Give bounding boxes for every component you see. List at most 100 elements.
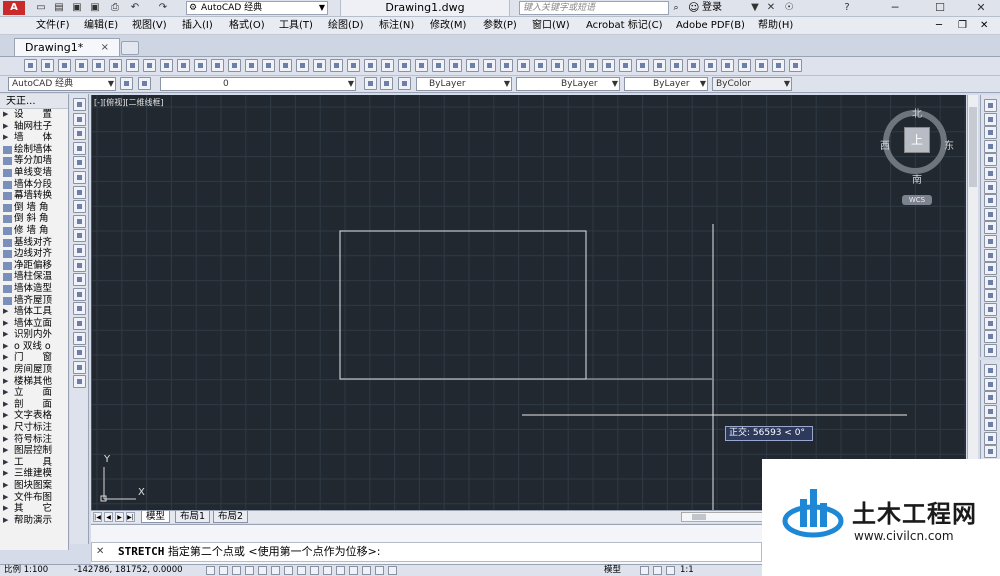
tz-menu-item[interactable]: ▶ 识别内外: [0, 329, 68, 341]
undo-icon[interactable]: ↶: [128, 1, 142, 15]
order-tool-icon[interactable]: [984, 418, 997, 431]
toolbar-tool-icon[interactable]: [687, 59, 700, 72]
toolbar-tool-icon[interactable]: [194, 59, 207, 72]
layer-previous-icon[interactable]: [380, 77, 393, 90]
tz-menu-item[interactable]: ▶ 工 具: [0, 457, 68, 469]
draw-tool-icon[interactable]: [73, 258, 86, 272]
menu-dimension[interactable]: 标注(N): [379, 17, 414, 35]
toolbar-tool-icon[interactable]: [296, 59, 309, 72]
close-icon[interactable]: ✕: [96, 543, 104, 561]
help-icon[interactable]: ?: [840, 1, 854, 15]
menu-format[interactable]: 格式(O): [229, 17, 265, 35]
toolbar-tool-icon[interactable]: [347, 59, 360, 72]
modify-tool-icon[interactable]: [984, 289, 997, 303]
close-icon[interactable]: ×: [101, 39, 109, 56]
modify-tool-icon[interactable]: [984, 221, 997, 235]
menu-acrobat[interactable]: Acrobat 标记(C): [586, 17, 663, 35]
tz-menu-item[interactable]: ▶ 文字表格: [0, 410, 68, 422]
order-tool-icon[interactable]: [984, 404, 997, 418]
menu-window[interactable]: 窗口(W): [532, 17, 570, 35]
make-current-layer-icon[interactable]: [364, 77, 377, 90]
draw-tool-icon[interactable]: [73, 112, 86, 126]
toolbar-tool-icon[interactable]: [772, 59, 785, 72]
tz-menu-item[interactable]: ▶ 墙 体: [0, 132, 68, 144]
menu-tools[interactable]: 工具(T): [279, 17, 313, 35]
scrollbar-thumb[interactable]: [692, 514, 706, 520]
linetype-combo[interactable]: ByLayer ▼: [516, 77, 620, 91]
toolbar-tool-icon[interactable]: [92, 59, 105, 72]
tz-menu-item[interactable]: ▶ o 双线 o: [0, 341, 68, 353]
tz-menu-item[interactable]: 墙齐屋顶: [0, 295, 68, 307]
draw-tool-icon[interactable]: [73, 229, 86, 243]
login-button[interactable]: 登录: [688, 0, 722, 16]
tz-menu-item[interactable]: ▶ 立 面: [0, 387, 68, 399]
toolbar-tool-icon[interactable]: [789, 59, 802, 72]
toolbar-tool-icon[interactable]: [466, 59, 479, 72]
workspace-combo[interactable]: AutoCAD 经典 ▼: [8, 77, 116, 91]
draw-tool-icon[interactable]: [73, 200, 86, 214]
vertical-scrollbar[interactable]: [967, 95, 978, 510]
order-tool-icon[interactable]: [984, 377, 997, 391]
toolbar-tool-icon[interactable]: [432, 59, 445, 72]
draw-tool-icon[interactable]: [73, 214, 86, 228]
toolbar-tool-icon[interactable]: [262, 59, 275, 72]
status-toggle-icon[interactable]: [258, 566, 267, 575]
tz-menu-item[interactable]: 倒 斜 角: [0, 213, 68, 225]
tz-menu-item[interactable]: ▶ 楼梯其他: [0, 376, 68, 388]
tz-menu-item[interactable]: 净距偏移: [0, 260, 68, 272]
command-line[interactable]: ✕ STRETCH 指定第二个点或 <使用第一个点作为位移>:: [91, 542, 762, 562]
lineweight-combo[interactable]: ByLayer ▼: [624, 77, 708, 91]
toolbar-tool-icon[interactable]: [211, 59, 224, 72]
draw-tool-icon[interactable]: [73, 375, 86, 389]
modify-tool-icon[interactable]: [984, 275, 997, 289]
status-toggle-icon[interactable]: [206, 566, 215, 575]
tab-layout1[interactable]: 布局1: [175, 511, 211, 523]
toolbar-tool-icon[interactable]: [245, 59, 258, 72]
tz-menu-item[interactable]: ▶ 图块图案: [0, 480, 68, 492]
tz-menu-item[interactable]: ▶ 房间屋顶: [0, 364, 68, 376]
status-toggle-icon[interactable]: [232, 566, 241, 575]
modify-tool-icon[interactable]: [984, 330, 997, 344]
tab-model[interactable]: 模型: [141, 511, 171, 523]
toolbar-tool-icon[interactable]: [653, 59, 666, 72]
draw-tool-icon[interactable]: [73, 360, 86, 374]
status-toggle-icon[interactable]: [349, 566, 358, 575]
tz-menu-item[interactable]: ▶ 文件布图: [0, 492, 68, 504]
modify-tool-icon[interactable]: [984, 126, 997, 140]
menu-help[interactable]: 帮助(H): [758, 17, 793, 35]
toolbar-tool-icon[interactable]: [228, 59, 241, 72]
tz-menu-item[interactable]: 墙体造型: [0, 283, 68, 295]
menu-view[interactable]: 视图(V): [132, 17, 167, 35]
app-menu-icon[interactable]: A: [3, 1, 25, 15]
tz-menu-item[interactable]: ▶ 墙体立面: [0, 318, 68, 330]
tz-menu-item[interactable]: ▶ 轴网柱子: [0, 121, 68, 133]
status-toggle-icon[interactable]: [362, 566, 371, 575]
toolbar-tool-icon[interactable]: [364, 59, 377, 72]
draw-tool-icon[interactable]: [73, 185, 86, 199]
modify-tool-icon[interactable]: [984, 248, 997, 262]
new-tab-button[interactable]: [121, 41, 139, 55]
draw-tool-icon[interactable]: [73, 244, 86, 257]
status-tool-icon[interactable]: [666, 566, 675, 575]
status-toggle-icon[interactable]: [271, 566, 280, 575]
workspace-select[interactable]: ⚙ AutoCAD 经典 ▼: [186, 1, 328, 15]
tz-menu-item[interactable]: ▶ 门 窗: [0, 352, 68, 364]
tab-drawing1[interactable]: Drawing1* ×: [14, 38, 120, 56]
modify-tool-icon[interactable]: [984, 139, 997, 153]
viewcube-west[interactable]: 西: [880, 137, 890, 152]
status-tool-icon[interactable]: [640, 566, 649, 575]
toolbar-tool-icon[interactable]: [24, 59, 37, 72]
mdi-close-icon[interactable]: ✕: [980, 17, 988, 35]
status-toggle-icon[interactable]: [310, 566, 319, 575]
status-toggle-icon[interactable]: [375, 566, 384, 575]
new-file-icon[interactable]: ▭: [34, 1, 48, 15]
toolbar-tool-icon[interactable]: [177, 59, 190, 72]
modify-tool-icon[interactable]: [984, 167, 997, 180]
tz-menu-item[interactable]: 幕墙转换: [0, 190, 68, 202]
tz-menu-item[interactable]: ▶ 尺寸标注: [0, 422, 68, 434]
toolbar-tool-icon[interactable]: [160, 59, 173, 72]
mdi-minimize-icon[interactable]: ─: [936, 17, 942, 35]
order-tool-icon[interactable]: [984, 364, 997, 377]
toolbar-tool-icon[interactable]: [415, 59, 428, 72]
toolbar-tool-icon[interactable]: [721, 59, 734, 72]
